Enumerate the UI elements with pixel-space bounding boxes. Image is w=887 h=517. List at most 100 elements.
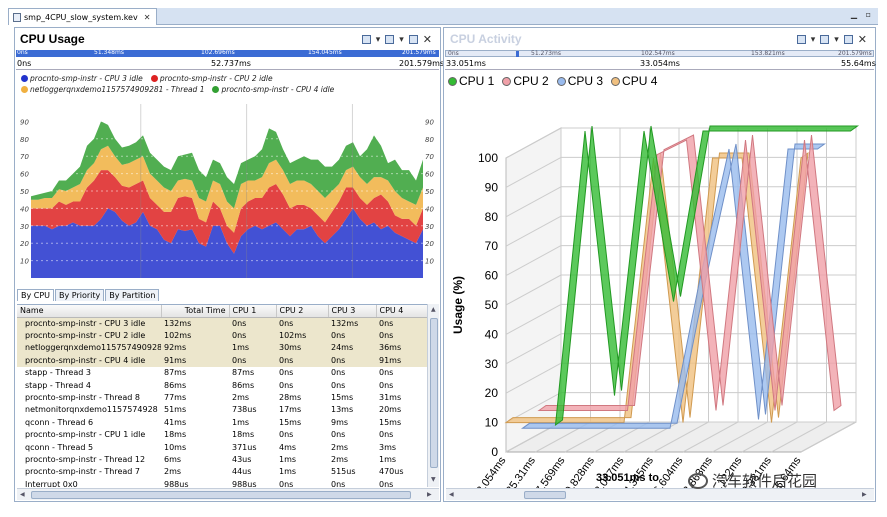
legend-item[interactable]: procnto-smp-instr - CPU 2 idle bbox=[150, 74, 273, 83]
table-cell: 0ns bbox=[331, 430, 346, 440]
tab-by-partition[interactable]: By Partition bbox=[105, 289, 160, 301]
time-end-label: 55.64ms bbox=[841, 59, 876, 68]
table-row[interactable]: procnto-smp-instr - Thread 7 2ms 44us 1ms 51… bbox=[17, 466, 427, 478]
legend-item[interactable]: CPU 1 bbox=[448, 74, 494, 88]
table-cell: 18ms bbox=[164, 430, 187, 440]
filter-icon[interactable] bbox=[385, 35, 395, 44]
table-cell: 132ms bbox=[328, 317, 376, 330]
table-row[interactable]: qconn - Thread 5 10ms 371us 4ms 2ms 3ms bbox=[17, 441, 427, 453]
scroll-right-icon[interactable]: ▶ bbox=[862, 491, 867, 498]
scroll-down-icon[interactable]: ▼ bbox=[431, 476, 436, 483]
column-header[interactable]: CPU 4 bbox=[376, 305, 427, 318]
table-cell: 2ms bbox=[331, 442, 349, 452]
scroll-left-icon[interactable]: ◀ bbox=[449, 491, 454, 498]
table-cell: procnto-smp-instr - Thread 8 bbox=[25, 393, 141, 403]
legend-item[interactable]: CPU 3 bbox=[556, 74, 603, 88]
divider bbox=[445, 69, 874, 70]
cpu-usage-area-chart[interactable]: 90 90 80 80 70 70 60 60 50 50 40 40 30 30 20 20 10 10 bbox=[19, 100, 439, 285]
scroll-thumb[interactable] bbox=[430, 318, 438, 468]
scroll-thumb[interactable] bbox=[524, 491, 566, 499]
column-header[interactable]: Name bbox=[17, 305, 162, 318]
legend-swatch bbox=[556, 76, 566, 86]
close-icon[interactable]: ✕ bbox=[144, 13, 151, 22]
y-tick-label: 20 bbox=[485, 386, 499, 400]
table-cell: 0ns bbox=[379, 380, 394, 390]
table-row[interactable]: procnto-smp-instr - CPU 4 idle 91ms 0ns 0ns… bbox=[17, 354, 427, 367]
column-header[interactable]: CPU 3 bbox=[328, 305, 377, 318]
scroll-up-icon[interactable]: ▲ bbox=[431, 306, 436, 313]
timebar-label: 201.579ms bbox=[838, 50, 872, 57]
close-icon[interactable]: ✕ bbox=[423, 33, 432, 46]
legend-item[interactable]: procnto-smp-instr - CPU 4 idle bbox=[212, 85, 334, 94]
table-cell: procnto-smp-instr - CPU 2 idle bbox=[17, 329, 161, 342]
timebar-label: 0ns bbox=[448, 50, 459, 57]
window-controls[interactable]: ▁ ▫ bbox=[851, 10, 874, 19]
close-icon[interactable]: ✕ bbox=[858, 33, 867, 46]
tab-by-priority[interactable]: By Priority bbox=[55, 289, 105, 301]
table-row[interactable]: procnto-smp-instr - CPU 3 idle 132ms 0ns 0n… bbox=[17, 317, 427, 330]
table-row[interactable]: procnto-smp-instr - CPU 1 idle 18ms 18ms 0n… bbox=[17, 429, 427, 441]
editor-tab[interactable]: smp_4CPU_slow_system.kev ✕ bbox=[8, 8, 158, 25]
scroll-right-icon[interactable]: ▶ bbox=[427, 491, 432, 498]
table-cell: netloggerqnxdemo1157574909281 - Thread 1 bbox=[17, 341, 161, 355]
timebar-label: 0ns bbox=[17, 49, 28, 56]
legend-item[interactable]: CPU 4 bbox=[611, 74, 657, 88]
table-cell: 6ms bbox=[164, 454, 182, 464]
table-cell: 0ns bbox=[229, 329, 276, 342]
table-horizontal-scrollbar[interactable]: ◀ ▶ bbox=[17, 488, 439, 500]
legend-item[interactable]: procnto-smp-instr - CPU 3 idle bbox=[21, 74, 143, 83]
table-cell: 17ms bbox=[279, 405, 302, 415]
table-cell: 988us bbox=[164, 479, 189, 487]
column-header[interactable]: CPU 1 bbox=[229, 305, 277, 318]
column-header[interactable]: Total Time bbox=[161, 305, 230, 318]
table-row[interactable]: Interrupt 0x0 988us 988us 0ns 0ns 0ns bbox=[17, 478, 427, 487]
table-cell: 0ns bbox=[331, 479, 346, 487]
y-tick-label: 70 bbox=[425, 153, 434, 161]
cpu-activity-toolbar: ▾ ▾ ✕ bbox=[796, 33, 867, 46]
table-row[interactable]: procnto-smp-instr - Thread 8 77ms 2ms 28ms 1… bbox=[17, 391, 427, 403]
watermark: 汽车软件后花园 bbox=[688, 470, 817, 491]
column-header[interactable]: CPU 2 bbox=[276, 305, 329, 318]
y-tick-label: 90 bbox=[485, 180, 499, 194]
timeline-overview-bar[interactable]: 0ns 51.273ms 102.547ms 153.821ms 201.579… bbox=[445, 50, 874, 57]
layout-icon[interactable] bbox=[796, 35, 806, 44]
table-cell: 0ns bbox=[279, 368, 294, 378]
table-cell: 1ms bbox=[279, 467, 297, 477]
table-row[interactable]: stapp - Thread 3 87ms 87ms 0ns 0ns 0ns bbox=[17, 367, 427, 379]
table-row[interactable]: netloggerqnxdemo1157574909281 - Thread 1… bbox=[17, 341, 427, 355]
scroll-left-icon[interactable]: ◀ bbox=[20, 491, 25, 498]
legend-swatch bbox=[212, 86, 220, 93]
legend-item[interactable]: netloggerqnxdemo1157574909281 - Thread 1 bbox=[21, 85, 204, 94]
table-cell: 0ns bbox=[276, 317, 328, 330]
table-cell: 4ms bbox=[279, 442, 297, 452]
timebar-selection[interactable] bbox=[516, 51, 519, 57]
filter-icon[interactable] bbox=[820, 35, 830, 44]
cpu-activity-3d-chart[interactable]: 010203040506070809010033.054ms35.31ms37.… bbox=[446, 90, 874, 488]
legend-swatch bbox=[21, 86, 28, 93]
legend-swatch bbox=[611, 76, 621, 86]
table-cell: 2ms bbox=[331, 454, 349, 464]
table-row[interactable]: qconn - Thread 6 41ms 1ms 15ms 9ms 15ms bbox=[17, 416, 427, 428]
table-cell: 1ms bbox=[279, 454, 297, 464]
scroll-thumb[interactable] bbox=[31, 491, 411, 499]
export-icon[interactable] bbox=[408, 35, 418, 44]
table-row[interactable]: netmonitorqnxdemo1157574928 51ms 738us 17ms… bbox=[17, 404, 427, 416]
y-tick-label: 80 bbox=[485, 210, 499, 224]
table-cell: 0ns bbox=[331, 368, 346, 378]
timeline-overview-bar[interactable]: 0ns 51.348ms 102.696ms 154.045ms 201.579… bbox=[16, 49, 439, 57]
table-row[interactable]: procnto-smp-instr - CPU 2 idle 102ms 0ns 10… bbox=[17, 329, 427, 342]
timebar-label: 51.273ms bbox=[531, 50, 561, 57]
table-cell: 102ms bbox=[276, 329, 328, 342]
table-row[interactable]: stapp - Thread 4 86ms 86ms 0ns 0ns 0ns bbox=[17, 379, 427, 391]
layout-icon[interactable] bbox=[361, 35, 371, 44]
export-icon[interactable] bbox=[843, 35, 853, 44]
table-vertical-scrollbar[interactable]: ▲ ▼ bbox=[427, 304, 439, 487]
table-cell: 13ms bbox=[331, 405, 354, 415]
legend-item[interactable]: CPU 2 bbox=[502, 74, 549, 88]
table-row[interactable]: procnto-smp-instr - Thread 12 6ms 43us 1ms 2… bbox=[17, 453, 427, 465]
x-tick-label: 39.828ms bbox=[559, 454, 597, 488]
y-tick-label: 90 bbox=[425, 118, 434, 126]
table-cell: 2ms bbox=[232, 393, 250, 403]
table-cell: procnto-smp-instr - CPU 3 idle bbox=[17, 317, 161, 330]
tab-by-cpu[interactable]: By CPU bbox=[17, 289, 55, 301]
